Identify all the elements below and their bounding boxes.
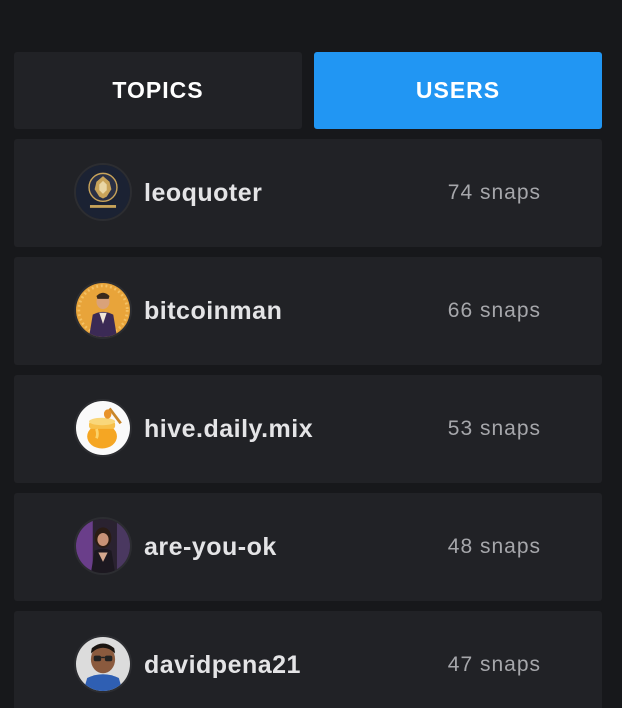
list-item[interactable]: davidpena21 47 snaps	[14, 611, 602, 708]
avatar[interactable]	[74, 163, 132, 221]
avatar[interactable]	[74, 635, 132, 693]
honey-pot-icon	[76, 401, 130, 455]
person-glasses-icon	[76, 637, 130, 691]
avatar[interactable]	[74, 517, 132, 575]
snaps-count: 47 snaps	[447, 653, 541, 676]
list-item[interactable]: hive.daily.mix 53 snaps	[14, 375, 602, 483]
list-item[interactable]: are-you-ok 48 snaps	[14, 493, 602, 601]
users-list: leoquoter 74 snaps bitcoinman 66 snaps h…	[14, 139, 602, 708]
username[interactable]: bitcoinman	[144, 257, 282, 365]
username[interactable]: hive.daily.mix	[144, 375, 313, 483]
username[interactable]: leoquoter	[144, 139, 262, 247]
lion-logo-icon	[76, 165, 130, 219]
snaps-count: 74 snaps	[447, 181, 541, 204]
username[interactable]: davidpena21	[144, 611, 301, 708]
snaps-count: 53 snaps	[447, 417, 541, 440]
avatar[interactable]	[74, 399, 132, 457]
list-item[interactable]: leoquoter 74 snaps	[14, 139, 602, 247]
snaps-leaderboard: TOPICS USERS leoquoter 74 snaps bitcoinm…	[0, 0, 622, 708]
person-portrait-icon	[76, 283, 130, 337]
snaps-count: 48 snaps	[447, 535, 541, 558]
leaderboard-tabs: TOPICS USERS	[14, 52, 602, 129]
list-item[interactable]: bitcoinman 66 snaps	[14, 257, 602, 365]
username[interactable]: are-you-ok	[144, 493, 277, 601]
tab-topics[interactable]: TOPICS	[14, 52, 302, 129]
person-photo-icon	[76, 519, 130, 573]
snaps-count: 66 snaps	[447, 299, 541, 322]
tab-users[interactable]: USERS	[314, 52, 602, 129]
avatar[interactable]	[74, 281, 132, 339]
